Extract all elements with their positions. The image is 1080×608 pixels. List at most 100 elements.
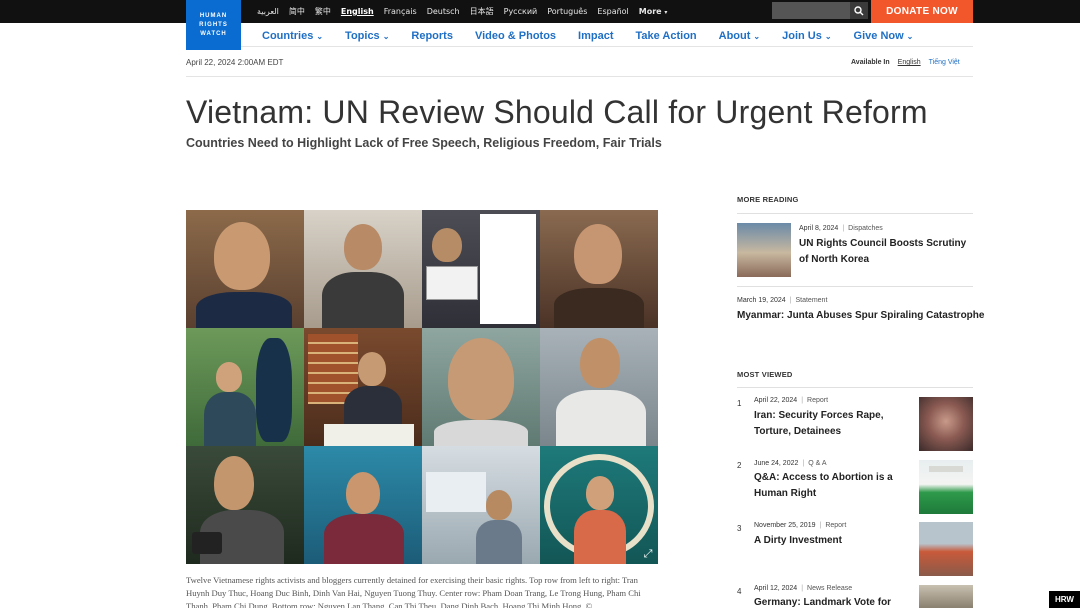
nav-topics[interactable]: Topics ⌄	[345, 30, 389, 42]
chevron-down-icon: ⌄	[316, 32, 324, 41]
section-divider	[737, 213, 973, 214]
lang-traditional-chinese[interactable]: 繁中	[315, 6, 331, 17]
nav-about[interactable]: About ⌄	[719, 30, 760, 42]
most-viewed-link[interactable]: Germany: Landmark Vote for	[754, 595, 904, 608]
article-type: Statement	[795, 297, 828, 304]
nav-divider	[241, 46, 973, 47]
photo-tile	[540, 210, 658, 328]
nav-label: Topics	[345, 30, 380, 42]
nav-label: Impact	[578, 30, 614, 42]
nav-impact[interactable]: Impact	[578, 30, 613, 42]
more-reading-link[interactable]: Myanmar: Junta Abuses Spur Spiraling Cat…	[737, 308, 984, 324]
photo-tile	[540, 328, 658, 446]
page-subtitle: Countries Need to Highlight Lack of Free…	[186, 136, 662, 150]
date-divider	[186, 76, 973, 77]
rank-number: 1	[737, 399, 742, 408]
lang-english[interactable]: English	[341, 7, 374, 16]
language-switcher: العربية 简中 繁中 English Français Deutsch 日…	[257, 0, 667, 23]
available-languages: Available In English Tiếng Việt	[851, 59, 960, 66]
photo-tile	[422, 328, 540, 446]
article-date: April 22, 2024	[754, 397, 798, 404]
article-meta: June 24, 2022 | Q & A	[754, 460, 827, 467]
more-reading-heading: MORE READING	[737, 195, 799, 204]
nav-label: Give Now	[853, 30, 904, 42]
search-input[interactable]	[772, 2, 850, 19]
article-meta: April 12, 2024 | News Release	[754, 585, 853, 592]
article-meta: April 22, 2024 | Report	[754, 397, 829, 404]
search-button[interactable]	[850, 2, 868, 19]
article-type: Report	[825, 522, 847, 529]
nav-label: About	[718, 30, 751, 42]
lang-more-label: More	[638, 7, 662, 16]
nav-take-action[interactable]: Take Action	[636, 30, 697, 42]
article-date: June 24, 2022	[754, 460, 799, 467]
section-divider	[737, 387, 973, 388]
nav-label: Video & Photos	[474, 30, 557, 42]
photo-tile	[304, 210, 422, 328]
article-type: Q & A	[808, 460, 827, 467]
lang-arabic[interactable]: العربية	[257, 7, 279, 16]
donate-button[interactable]: DONATE NOW	[871, 0, 973, 23]
photo-tile	[422, 210, 540, 328]
article-meta: November 25, 2019 | Report	[754, 522, 847, 529]
chevron-down-icon: ⌄	[382, 32, 390, 41]
thumbnail[interactable]	[919, 460, 973, 514]
nav-join-us[interactable]: Join Us ⌄	[782, 30, 831, 42]
lang-japanese[interactable]: 日本語	[470, 6, 494, 17]
nav-reports[interactable]: Reports	[411, 30, 453, 42]
lang-portuguese[interactable]: Português	[547, 7, 587, 16]
section-divider	[737, 286, 973, 287]
rank-number: 3	[737, 524, 742, 533]
thumbnail[interactable]	[737, 223, 791, 277]
lang-german[interactable]: Deutsch	[427, 7, 460, 16]
chevron-down-icon: ▾	[664, 9, 668, 16]
nav-countries[interactable]: Countries ⌄	[262, 30, 323, 42]
thumbnail[interactable]	[919, 522, 973, 576]
article-date: April 12, 2024	[754, 585, 798, 592]
nav-label: Take Action	[635, 30, 697, 42]
nav-give-now[interactable]: Give Now ⌄	[854, 30, 914, 42]
nav-label: Join Us	[782, 30, 822, 42]
article-date: April 8, 2024	[799, 225, 839, 232]
lang-simplified-chinese[interactable]: 简中	[289, 6, 305, 17]
article-photo[interactable]: ⤢	[186, 210, 658, 564]
photo-tile	[186, 210, 304, 328]
lang-french[interactable]: Français	[384, 7, 417, 16]
available-lang-vietnamese[interactable]: Tiếng Việt	[929, 59, 960, 66]
thumbnail[interactable]	[919, 397, 973, 451]
article-meta: April 8, 2024 | Dispatches	[799, 225, 883, 232]
nav-video-photos[interactable]: Video & Photos	[475, 30, 556, 42]
main-nav: Countries ⌄ Topics ⌄ Reports Video & Photo…	[262, 28, 935, 44]
lang-russian[interactable]: Русский	[504, 7, 538, 16]
photo-tile	[304, 446, 422, 564]
available-label: Available In	[851, 59, 890, 66]
watermark-badge: HRW	[1049, 591, 1080, 608]
lang-more-button[interactable]: More ▾	[639, 7, 668, 16]
nav-label: Reports	[411, 30, 453, 42]
photo-tile	[186, 446, 304, 564]
most-viewed-link[interactable]: A Dirty Investment	[754, 533, 904, 549]
hrw-logo[interactable]: HUMAN RIGHTS WATCH	[186, 0, 241, 50]
photo-tile	[422, 446, 540, 564]
chevron-down-icon: ⌄	[906, 32, 914, 41]
photo-tile	[186, 328, 304, 446]
available-lang-english[interactable]: English	[898, 59, 921, 66]
photo-tile	[304, 328, 422, 446]
most-viewed-heading: MOST VIEWED	[737, 370, 793, 379]
article-type: News Release	[807, 585, 853, 592]
article-date: November 25, 2019	[754, 522, 816, 529]
logo-line-1: HUMAN	[199, 12, 228, 19]
lang-spanish[interactable]: Español	[597, 7, 628, 16]
more-reading-link[interactable]: UN Rights Council Boosts Scrutiny of Nor…	[799, 236, 973, 268]
article-meta: March 19, 2024 | Statement	[737, 297, 828, 304]
photo-tile	[540, 446, 658, 564]
logo-line-2: RIGHTS	[199, 21, 228, 28]
expand-icon[interactable]: ⤢	[642, 548, 654, 560]
most-viewed-link[interactable]: Iran: Security Forces Rape, Torture, Det…	[754, 408, 904, 440]
photo-caption: Twelve Vietnamese rights activists and b…	[186, 575, 641, 608]
article-type: Dispatches	[848, 225, 883, 232]
most-viewed-link[interactable]: Q&A: Access to Abortion is a Human Right	[754, 470, 904, 502]
article-date: March 19, 2024	[737, 297, 786, 304]
article-date: April 22, 2024 2:00AM EDT	[186, 58, 284, 67]
thumbnail[interactable]	[919, 585, 973, 608]
